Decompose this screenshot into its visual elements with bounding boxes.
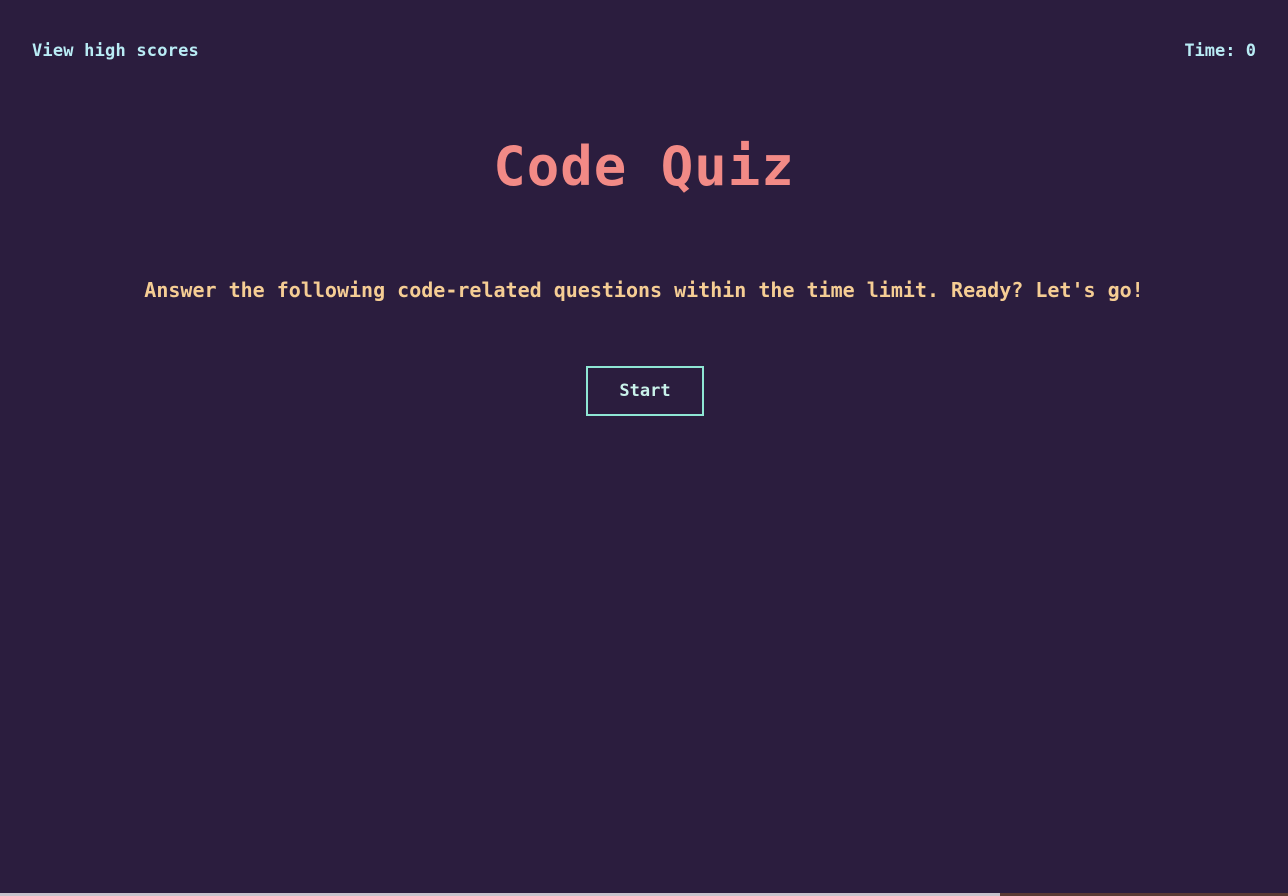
timer-value: 0 [1245, 41, 1256, 61]
view-high-scores-link[interactable]: View high scores [32, 40, 199, 62]
timer-label: Time: [1184, 41, 1236, 61]
page-title: Code Quiz [493, 135, 795, 198]
start-button[interactable]: Start [586, 366, 704, 416]
intro-text: Answer the following code-related questi… [144, 278, 1144, 302]
app-header: View high scores Time: 0 [0, 0, 1288, 100]
timer: Time: 0 [1184, 40, 1256, 62]
